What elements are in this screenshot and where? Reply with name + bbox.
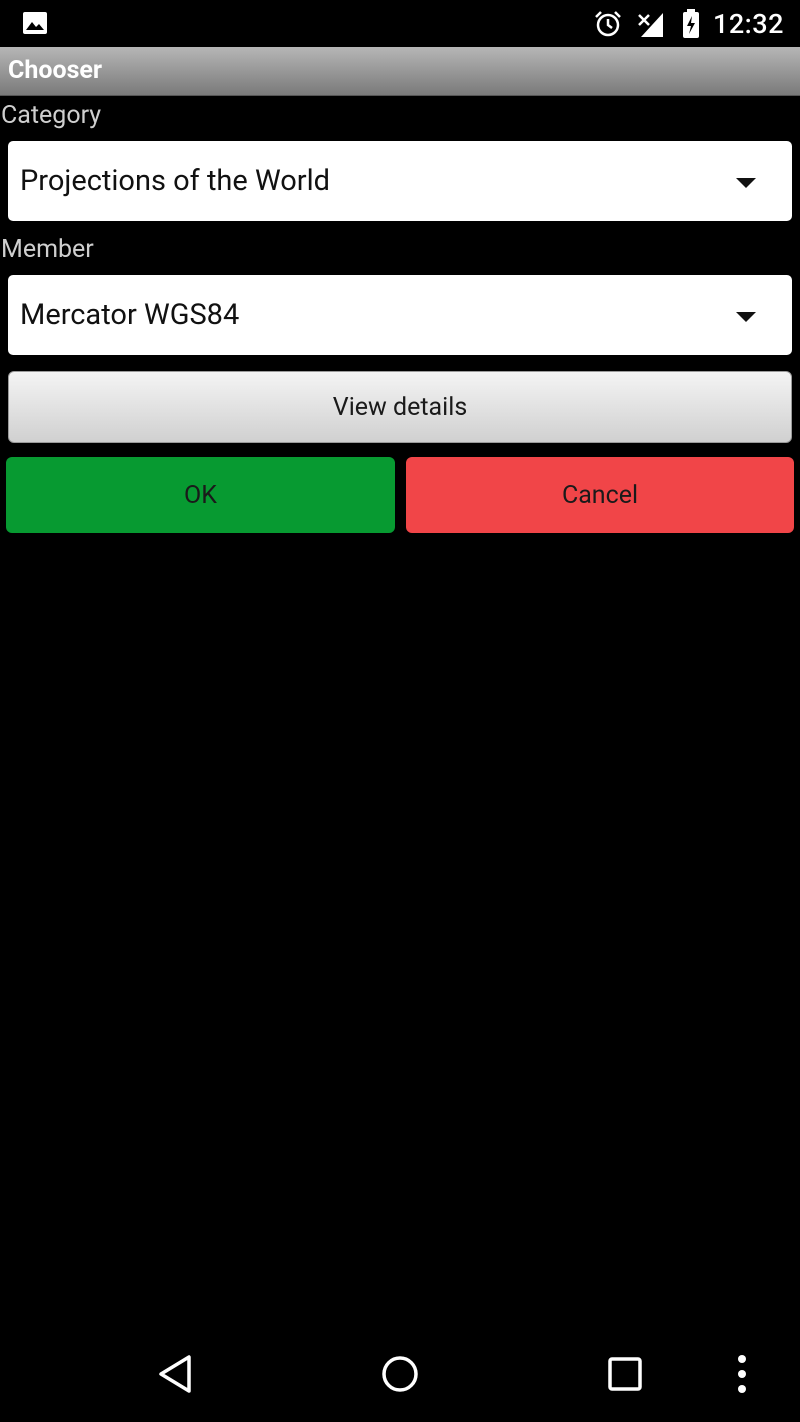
dropdown-arrow-icon xyxy=(736,178,756,188)
member-dropdown[interactable]: Mercator WGS84 xyxy=(8,275,792,355)
back-icon xyxy=(159,1355,191,1393)
battery-charging-icon xyxy=(682,8,699,38)
more-icon xyxy=(738,1355,746,1393)
recents-icon xyxy=(608,1357,642,1391)
signal-icon xyxy=(638,12,663,37)
category-dropdown[interactable]: Projections of the World xyxy=(8,141,792,221)
member-label: Member xyxy=(1,235,94,264)
ok-button[interactable]: OK xyxy=(6,457,395,533)
clock: 12:32 xyxy=(712,7,784,40)
status-icons: 12:32 xyxy=(593,0,784,47)
recents-button[interactable] xyxy=(595,1326,655,1422)
cancel-button[interactable]: Cancel xyxy=(406,457,794,533)
view-details-button[interactable]: View details xyxy=(8,371,792,443)
title-bar: Chooser xyxy=(0,47,800,96)
home-icon xyxy=(382,1356,418,1392)
category-selected-value: Projections of the World xyxy=(20,164,331,198)
back-button[interactable] xyxy=(145,1326,205,1422)
dropdown-arrow-icon xyxy=(736,312,756,322)
alarm-icon xyxy=(595,10,621,36)
category-label: Category xyxy=(1,101,102,130)
navigation-bar xyxy=(0,1326,800,1422)
status-bar: 12:32 xyxy=(0,0,800,47)
page-title: Chooser xyxy=(8,56,103,85)
home-button[interactable] xyxy=(370,1326,430,1422)
member-selected-value: Mercator WGS84 xyxy=(20,298,240,332)
image-notification-icon xyxy=(23,12,47,34)
more-options-button[interactable] xyxy=(722,1326,762,1422)
